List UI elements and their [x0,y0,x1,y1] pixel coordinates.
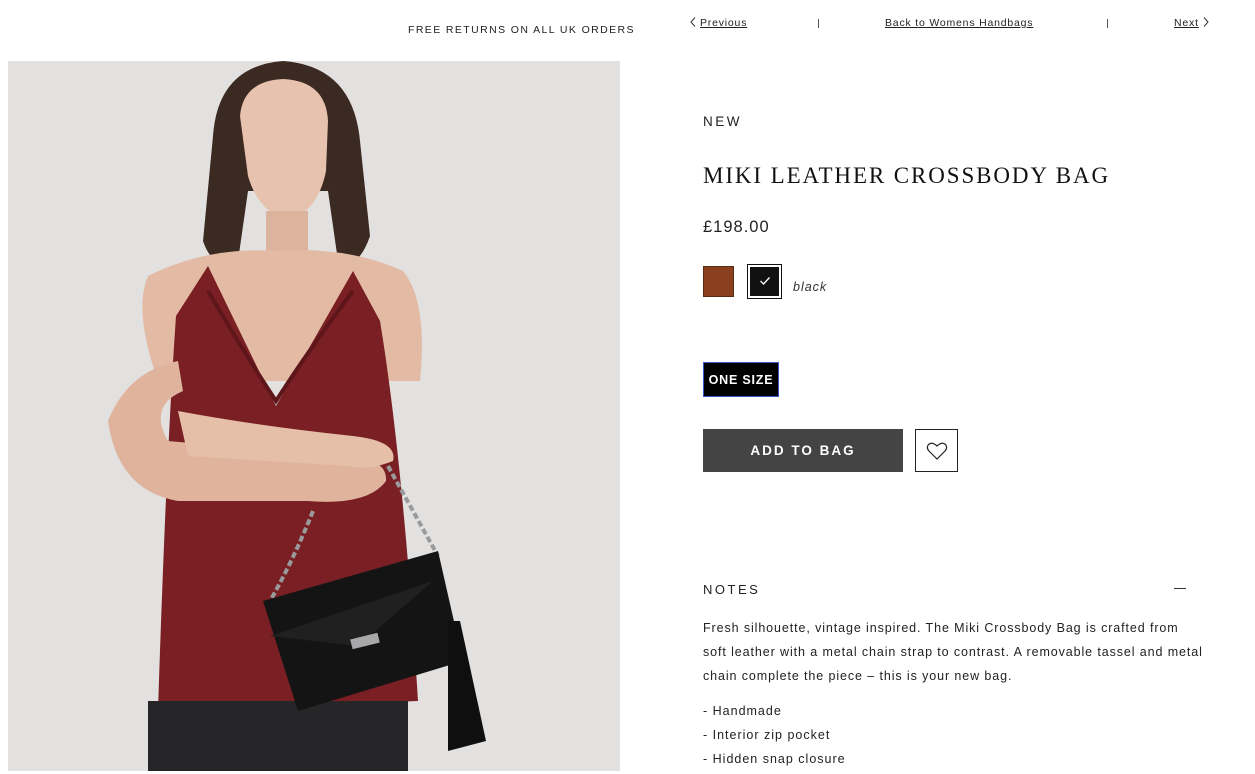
notes-heading[interactable]: NOTES [703,582,760,597]
add-to-bag-button[interactable]: ADD TO BAG [703,429,903,472]
feature-item: - Hidden snap closure [703,752,846,766]
next-label: Next [1174,17,1199,29]
chevron-left-icon [690,17,696,27]
next-link[interactable]: Next [1174,17,1211,29]
previous-link[interactable]: Previous [688,17,747,29]
new-badge: NEW [703,114,742,129]
feature-item: - Interior zip pocket [703,728,831,742]
size-option-one-size[interactable]: ONE SIZE [703,362,779,397]
color-swatch-tan[interactable] [703,266,734,297]
collapse-notes-icon[interactable] [1174,588,1186,589]
feature-item: - Handmade [703,704,782,718]
model-with-bag-illustration [8,61,620,771]
selected-color-label: black [793,280,828,294]
chevron-right-icon [1203,17,1209,27]
color-swatch-black[interactable] [747,264,782,299]
wishlist-button[interactable] [915,429,958,472]
promo-banner: FREE RETURNS ON ALL UK ORDERS [408,24,635,36]
product-price: £198.00 [703,218,770,236]
product-image[interactable] [8,61,620,771]
product-description: Fresh silhouette, vintage inspired. The … [703,621,1203,683]
check-icon [760,277,770,285]
previous-label: Previous [700,17,748,29]
product-title: MIKI LEATHER CROSSBODY BAG [703,163,1110,188]
nav-divider [1107,19,1108,28]
nav-divider [818,19,819,28]
product-navigation: Previous Back to Womens Handbags Next [688,17,1216,33]
heart-icon [926,442,947,460]
back-to-category-link[interactable]: Back to Womens Handbags [885,17,1033,29]
